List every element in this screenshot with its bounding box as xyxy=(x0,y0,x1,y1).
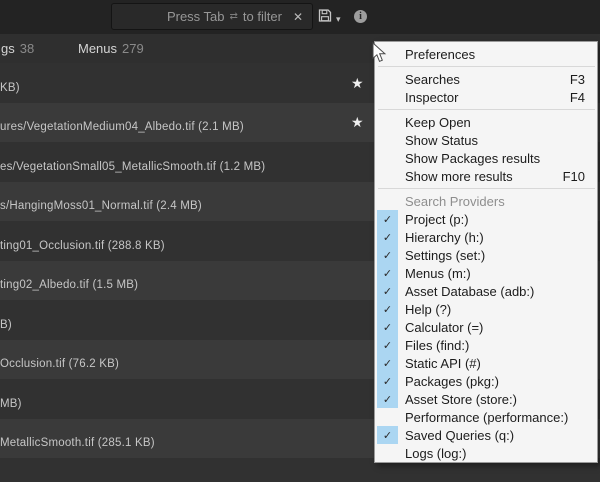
result-path-label: s/HangingMoss01_Normal.tif (2.4 MB) xyxy=(0,200,202,221)
menu-item-label: Searches xyxy=(405,72,460,87)
menu-item-shortcut: F10 xyxy=(563,169,596,184)
checkmark-icon: ✓ xyxy=(377,318,398,336)
menu-item-label: Packages (pkg:) xyxy=(405,374,499,389)
menu-item-label: Asset Store (store:) xyxy=(405,392,517,407)
tab-settings[interactable]: gs 38 xyxy=(1,34,34,63)
menu-item-label: Show Status xyxy=(405,133,478,148)
menu-item-show-more-results[interactable]: Show more results F10 xyxy=(377,167,596,185)
tab-menus[interactable]: Menus 279 xyxy=(78,34,144,63)
menu-item-packages-pkg[interactable]: ✓ Packages (pkg:) xyxy=(377,372,596,390)
save-dropdown-caret-icon[interactable]: ▾ xyxy=(336,14,341,25)
menu-item-gutter xyxy=(377,408,398,426)
menu-item-label: Static API (#) xyxy=(405,356,481,371)
tab-count: 279 xyxy=(122,41,144,56)
menu-item-label: Show Packages results xyxy=(405,151,540,166)
tab-label: Menus xyxy=(78,41,117,56)
menu-item-asset-store-store[interactable]: ✓ Asset Store (store:) xyxy=(377,390,596,408)
menu-separator xyxy=(378,66,595,67)
checkmark-icon: ✓ xyxy=(377,246,398,264)
checkmark-icon: ✓ xyxy=(377,210,398,228)
result-path-label: Occlusion.tif (76.2 KB) xyxy=(0,358,119,379)
menu-item-label: Settings (set:) xyxy=(405,248,485,263)
menu-item-label: Inspector xyxy=(405,90,458,105)
menu-item-inspector[interactable]: Inspector F4 xyxy=(377,88,596,106)
menu-item-hierarchy-h[interactable]: ✓ Hierarchy (h:) xyxy=(377,228,596,246)
info-icon[interactable]: i xyxy=(354,10,367,23)
menu-item-label: Asset Database (adb:) xyxy=(405,284,534,299)
menu-item-label: Saved Queries (q:) xyxy=(405,428,514,443)
checkmark-icon: ✓ xyxy=(377,354,398,372)
checkmark-icon: ✓ xyxy=(377,264,398,282)
menu-item-label: Project (p:) xyxy=(405,212,469,227)
menu-item-project-p[interactable]: ✓ Project (p:) xyxy=(377,210,596,228)
save-icon xyxy=(318,8,332,28)
clear-search-icon[interactable]: ✕ xyxy=(293,10,303,24)
menu-item-settings-set[interactable]: ✓ Settings (set:) xyxy=(377,246,596,264)
menu-item-show-status[interactable]: Show Status xyxy=(377,131,596,149)
menu-item-gutter xyxy=(377,149,398,167)
menu-item-calculator[interactable]: ✓ Calculator (=) xyxy=(377,318,596,336)
checkmark-icon: ✓ xyxy=(377,426,398,444)
menu-item-label: Hierarchy (h:) xyxy=(405,230,484,245)
checkmark-icon: ✓ xyxy=(377,372,398,390)
menu-item-logs-log[interactable]: Logs (log:) xyxy=(377,444,596,462)
checkmark-icon: ✓ xyxy=(377,336,398,354)
menu-item-label: Performance (performance:) xyxy=(405,410,568,425)
favorite-star-icon[interactable]: ★ xyxy=(351,115,364,129)
search-options-context-menu: Preferences Searches F3 Inspector F4 Keep Ope… xyxy=(374,41,598,463)
top-search-bar: Press Tab ⇄ to filter ✕ ▾ i xyxy=(0,0,600,34)
menu-item-shortcut: F4 xyxy=(570,90,596,105)
menu-item-label: Preferences xyxy=(405,47,475,62)
result-path-label: ures/VegetationMedium04_Albedo.tif (2.1 … xyxy=(0,121,244,142)
menu-item-gutter xyxy=(377,88,398,106)
menu-item-preferences[interactable]: Preferences xyxy=(377,45,596,63)
menu-item-help[interactable]: ✓ Help (?) xyxy=(377,300,596,318)
save-search-button[interactable]: ▾ xyxy=(318,8,341,28)
menu-item-shortcut: F3 xyxy=(570,72,596,87)
menu-item-menus-m[interactable]: ✓ Menus (m:) xyxy=(377,264,596,282)
tab-count: 38 xyxy=(20,41,34,56)
menu-item-keep-open[interactable]: Keep Open xyxy=(377,113,596,131)
tab-label: gs xyxy=(1,41,15,56)
checkmark-icon: ✓ xyxy=(377,282,398,300)
checkmark-icon: ✓ xyxy=(377,228,398,246)
result-path-label: es/VegetationSmall05_MetallicSmooth.tif … xyxy=(0,161,265,182)
menu-item-label: Help (?) xyxy=(405,302,451,317)
checkmark-icon: ✓ xyxy=(377,390,398,408)
result-path-label: MetallicSmooth.tif (285.1 KB) xyxy=(0,437,155,458)
result-path-label: ting02_Albedo.tif (1.5 MB) xyxy=(0,279,138,300)
tab-key-icon: ⇄ xyxy=(230,11,238,22)
menu-item-gutter xyxy=(377,113,398,131)
search-placeholder-prefix: Press Tab xyxy=(167,9,225,24)
menu-item-label: Menus (m:) xyxy=(405,266,471,281)
menu-section-header: Search Providers xyxy=(377,192,596,210)
result-path-label: B) xyxy=(0,319,12,340)
menu-item-gutter xyxy=(377,167,398,185)
menu-item-gutter xyxy=(377,444,398,462)
menu-item-gutter xyxy=(377,131,398,149)
menu-separator xyxy=(378,188,595,189)
search-input[interactable]: Press Tab ⇄ to filter ✕ xyxy=(111,3,313,30)
menu-item-searches[interactable]: Searches F3 xyxy=(377,70,596,88)
menu-item-gutter xyxy=(377,45,398,63)
menu-item-label: Calculator (=) xyxy=(405,320,483,335)
result-path-label: MB) xyxy=(0,398,22,419)
menu-item-label: Logs (log:) xyxy=(405,446,466,461)
menu-item-label: Files (find:) xyxy=(405,338,469,353)
menu-item-static-api[interactable]: ✓ Static API (#) xyxy=(377,354,596,372)
favorite-star-icon[interactable]: ★ xyxy=(351,76,364,90)
menu-item-performance-performance[interactable]: Performance (performance:) xyxy=(377,408,596,426)
menu-item-saved-queries-q[interactable]: ✓ Saved Queries (q:) xyxy=(377,426,596,444)
search-placeholder-suffix: to filter xyxy=(243,9,282,24)
menu-item-gutter xyxy=(377,70,398,88)
menu-item-files-find[interactable]: ✓ Files (find:) xyxy=(377,336,596,354)
result-path-label: ting01_Occlusion.tif (288.8 KB) xyxy=(0,240,165,261)
menu-item-label: Show more results xyxy=(405,169,513,184)
menu-item-label: Keep Open xyxy=(405,115,471,130)
menu-item-asset-database-adb[interactable]: ✓ Asset Database (adb:) xyxy=(377,282,596,300)
menu-separator xyxy=(378,109,595,110)
checkmark-icon: ✓ xyxy=(377,300,398,318)
menu-item-show-packages-results[interactable]: Show Packages results xyxy=(377,149,596,167)
result-path-label: KB) xyxy=(0,82,20,103)
